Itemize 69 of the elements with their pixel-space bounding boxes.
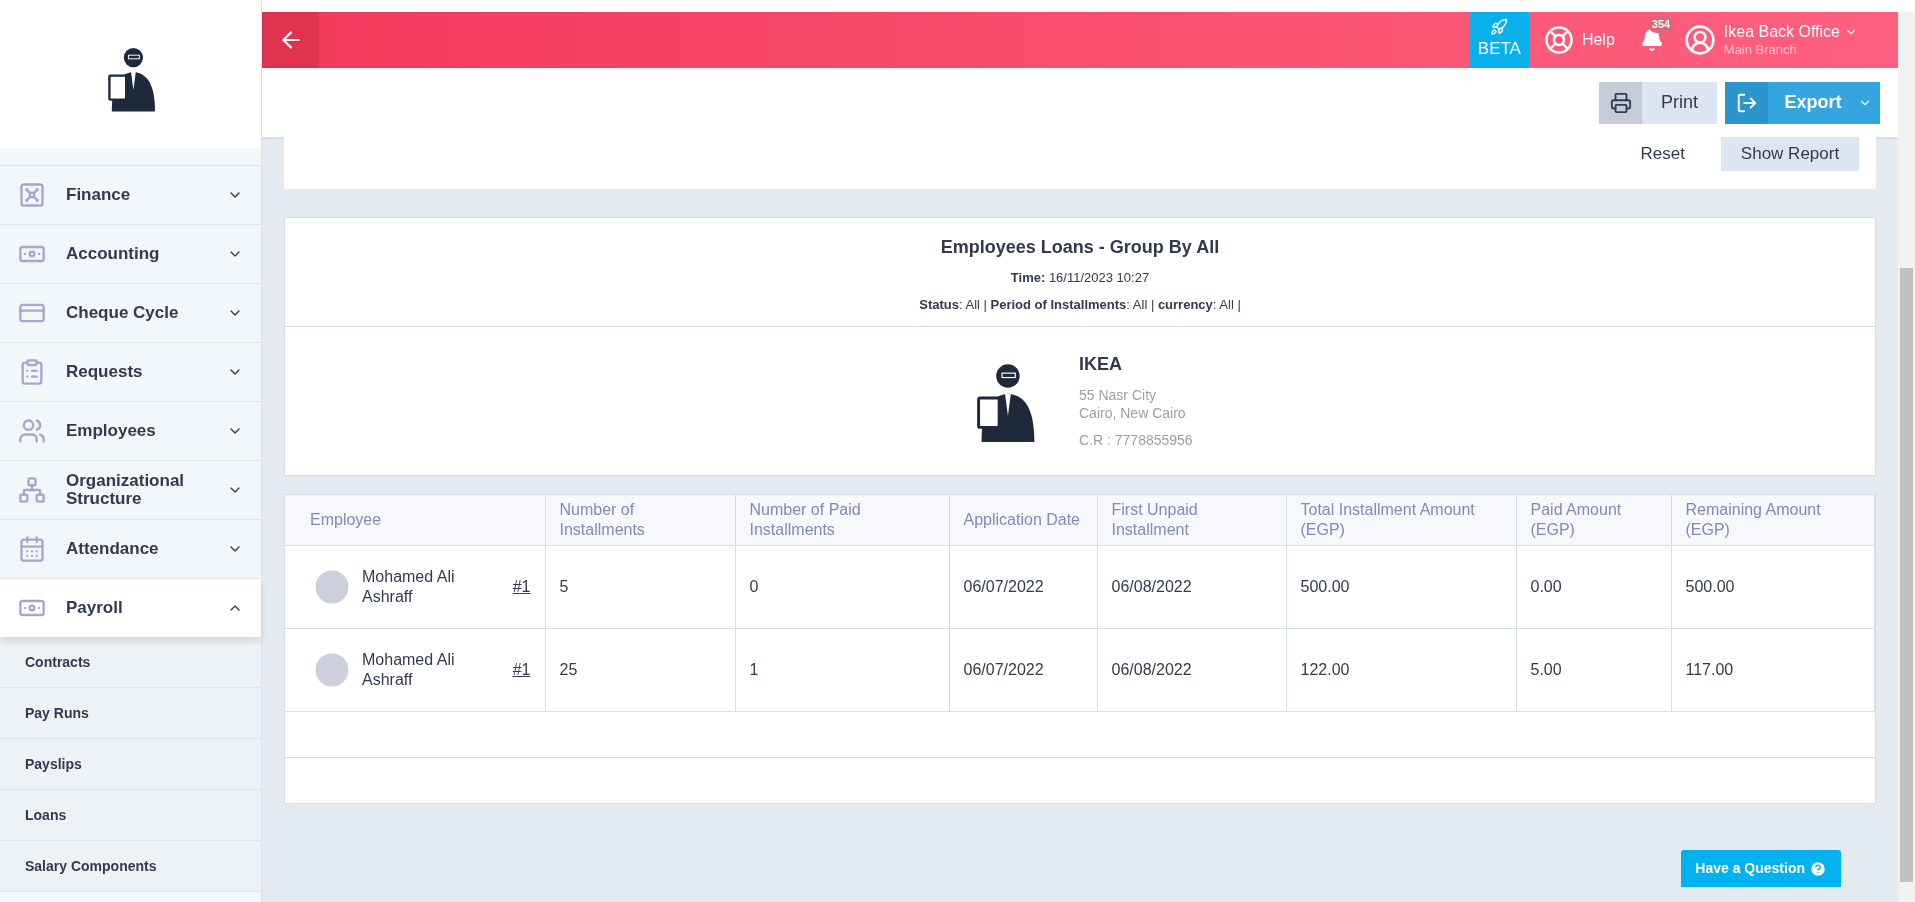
employee-link[interactable]: #1 (512, 657, 531, 682)
table-cell: 0.00 (1516, 545, 1671, 628)
company-cr: C.R : 7778855956 (1079, 431, 1194, 450)
table-cell: 06/08/2022 (1097, 628, 1286, 711)
column-header: First Unpaid Installment (1097, 495, 1286, 545)
table-cell: 25 (545, 628, 735, 711)
sidebar-item[interactable]: Payroll (0, 578, 261, 637)
sidebar-item[interactable]: Employees (0, 401, 261, 460)
notification-badge: 354 (1647, 16, 1675, 33)
report-time: Time: 16/11/2023 10:27 (1010, 269, 1150, 287)
submenu-item[interactable]: Salary Components (0, 841, 261, 892)
column-header: Number of Installments (545, 495, 735, 545)
company-address: Cairo, New Cairo (1079, 404, 1187, 422)
sidebar-item[interactable]: Requests (0, 342, 261, 401)
report-criteria: Status: All | Period of Installments: All | currency: All | (919, 295, 1241, 314)
avatar-icon (1683, 24, 1716, 56)
rocket-icon (1490, 18, 1509, 37)
export-icon (1735, 91, 1758, 114)
menu-icon (18, 535, 46, 563)
table-cell: 06/07/2022 (949, 628, 1097, 711)
submenu-item[interactable]: Pay Runs (0, 688, 261, 739)
table-cell: 500.00 (1671, 545, 1875, 628)
collapse-button[interactable] (262, 12, 319, 68)
menu-label: Accounting (66, 245, 161, 263)
help-icon (1543, 25, 1574, 55)
employee-link[interactable]: #1 (512, 574, 531, 599)
menu-icon (18, 417, 46, 445)
table-cell: 5.00 (1516, 628, 1671, 711)
submenu-item[interactable]: Payslips (0, 739, 261, 790)
sidebar-item[interactable]: Accounting (0, 224, 261, 283)
employee-name: Mohamed Ali Ashraff (362, 649, 456, 690)
table-cell: 06/07/2022 (949, 545, 1097, 628)
menu-label: Employees (66, 422, 157, 440)
column-header: Application Date (949, 495, 1097, 545)
table-cell: 1 (735, 628, 949, 711)
menu-label: Requests (66, 363, 144, 381)
table-cell: 06/08/2022 (1097, 545, 1286, 628)
menu-icon (18, 476, 46, 504)
table-cell: 0 (735, 545, 949, 628)
column-header: Employee (285, 495, 545, 545)
table-cell: 5 (545, 545, 735, 628)
sidebar-item[interactable]: Cheque Cycle (0, 283, 261, 342)
sidebar-item[interactable]: Organizational Structure (0, 460, 261, 519)
help-icon (1809, 859, 1827, 878)
show-report-button[interactable]: Show Report (1721, 137, 1859, 171)
sidebar-item[interactable]: Finance (0, 165, 261, 224)
reset-button[interactable]: Reset (1632, 137, 1693, 171)
print-button[interactable]: Print (1599, 81, 1717, 124)
menu-label: Finance (66, 186, 132, 204)
table-cell: 500.00 (1286, 545, 1516, 628)
column-header: Total Installment Amount (EGP) (1286, 495, 1516, 545)
column-header: Number of Paid Installments (735, 495, 949, 545)
employee-name: Mohamed Ali Ashraff (362, 566, 456, 607)
table-cell: 122.00 (1286, 628, 1516, 711)
company-address: 55 Nasr City (1079, 386, 1158, 404)
menu-label: Cheque Cycle (66, 304, 180, 322)
notification-icon[interactable] (1639, 28, 1664, 52)
column-header: Remaining Amount (EGP) (1671, 495, 1875, 545)
table-cell: 117.00 (1671, 628, 1875, 711)
menu-label: Payroll (66, 599, 124, 617)
printer-icon (1609, 91, 1632, 114)
column-header: Paid Amount (EGP) (1516, 495, 1671, 545)
report-title: Employees Loans - Group By All (940, 236, 1220, 259)
menu-label: Organizational Structure (66, 472, 186, 508)
menu-icon (18, 181, 46, 209)
submenu-item[interactable]: Loans (0, 790, 261, 841)
menu-label: Attendance (66, 540, 160, 558)
submenu-item[interactable]: Contracts (0, 637, 261, 688)
company-name: IKEA (1079, 353, 1123, 376)
